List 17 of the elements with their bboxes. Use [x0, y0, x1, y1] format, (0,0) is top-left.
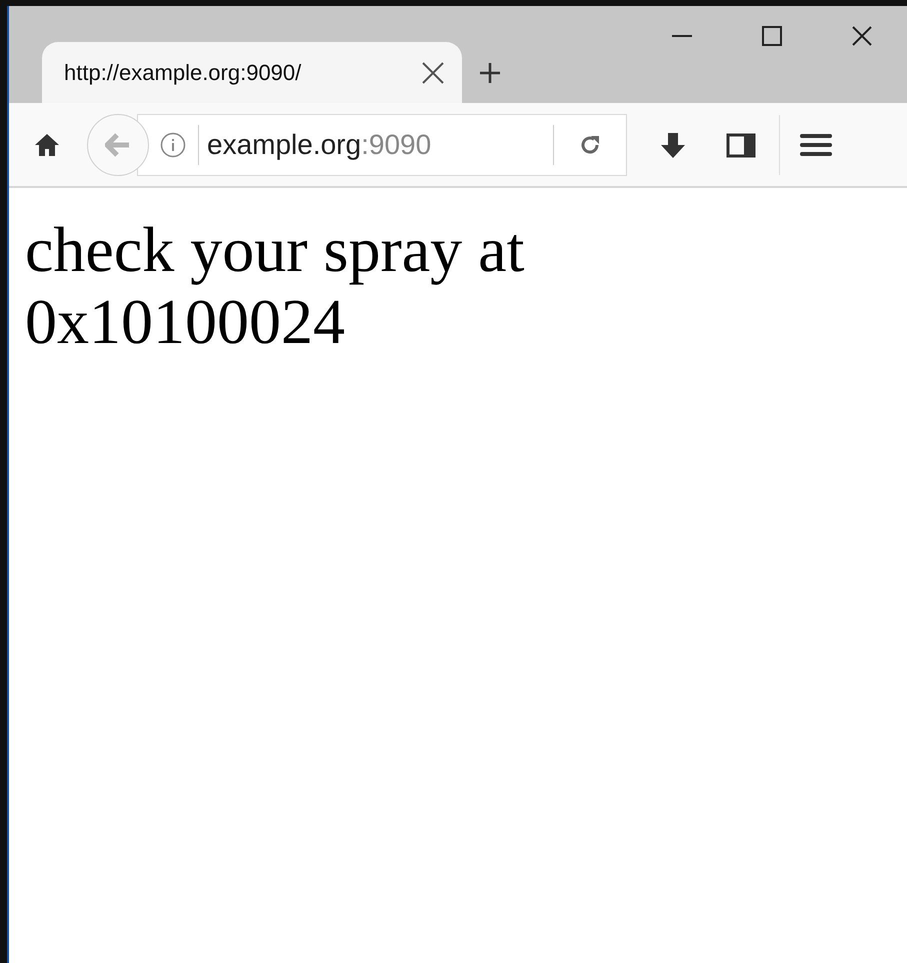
menu-icon [800, 132, 832, 156]
close-icon [852, 26, 872, 46]
minimize-icon [672, 35, 692, 37]
browser-tab[interactable]: http://example.org:9090/ [42, 42, 462, 103]
back-arrow-icon [105, 132, 131, 156]
maximize-icon [762, 26, 782, 46]
url-text: example.org:9090 [207, 128, 432, 162]
home-icon [34, 132, 60, 156]
close-icon[interactable] [422, 62, 444, 84]
page-text: check your spray at 0x10100024 [25, 214, 526, 358]
reload-icon [579, 134, 601, 156]
tab-title: http://example.org:9090/ [64, 59, 302, 87]
plus-icon [478, 61, 502, 85]
sidebar-icon [726, 132, 756, 158]
download-arrow-icon [659, 130, 687, 158]
info-icon [160, 132, 186, 158]
address-bar[interactable]: example.org:9090 [137, 114, 627, 176]
